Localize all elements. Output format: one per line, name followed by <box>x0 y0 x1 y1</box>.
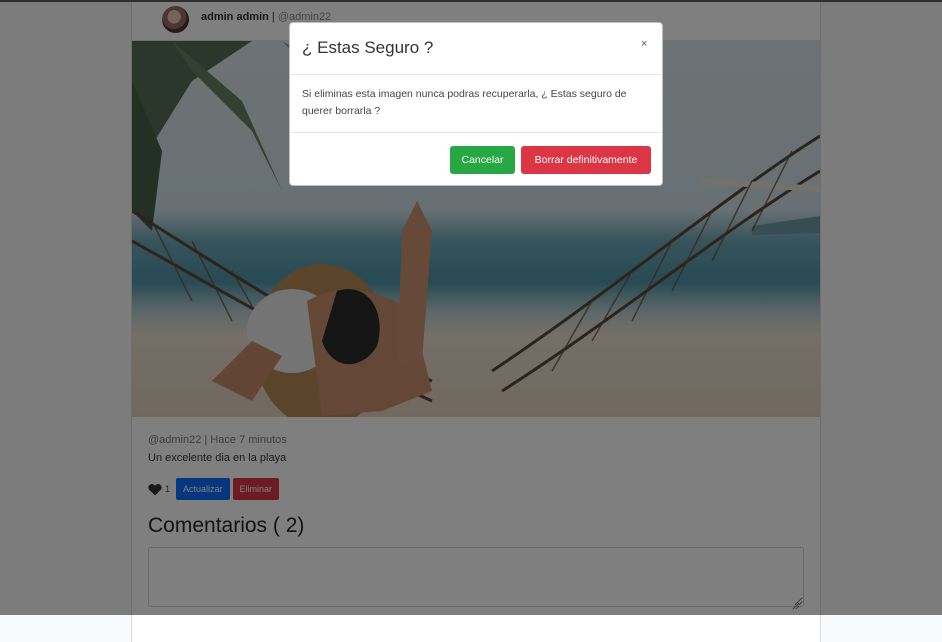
modal-message: Si eliminas esta imagen nunca podras rec… <box>302 88 627 117</box>
confirm-delete-button[interactable]: Borrar definitivamente <box>521 146 651 174</box>
cancel-button[interactable]: Cancelar <box>450 146 515 174</box>
confirm-delete-dialog: ¿ Estas Seguro ? × Si eliminas esta imag… <box>289 22 663 186</box>
modal-footer: Cancelar Borrar definitivamente <box>290 132 662 186</box>
modal-header: ¿ Estas Seguro ? × <box>290 23 662 75</box>
modal-title: ¿ Estas Seguro ? <box>302 38 434 57</box>
close-icon[interactable]: × <box>639 36 649 52</box>
